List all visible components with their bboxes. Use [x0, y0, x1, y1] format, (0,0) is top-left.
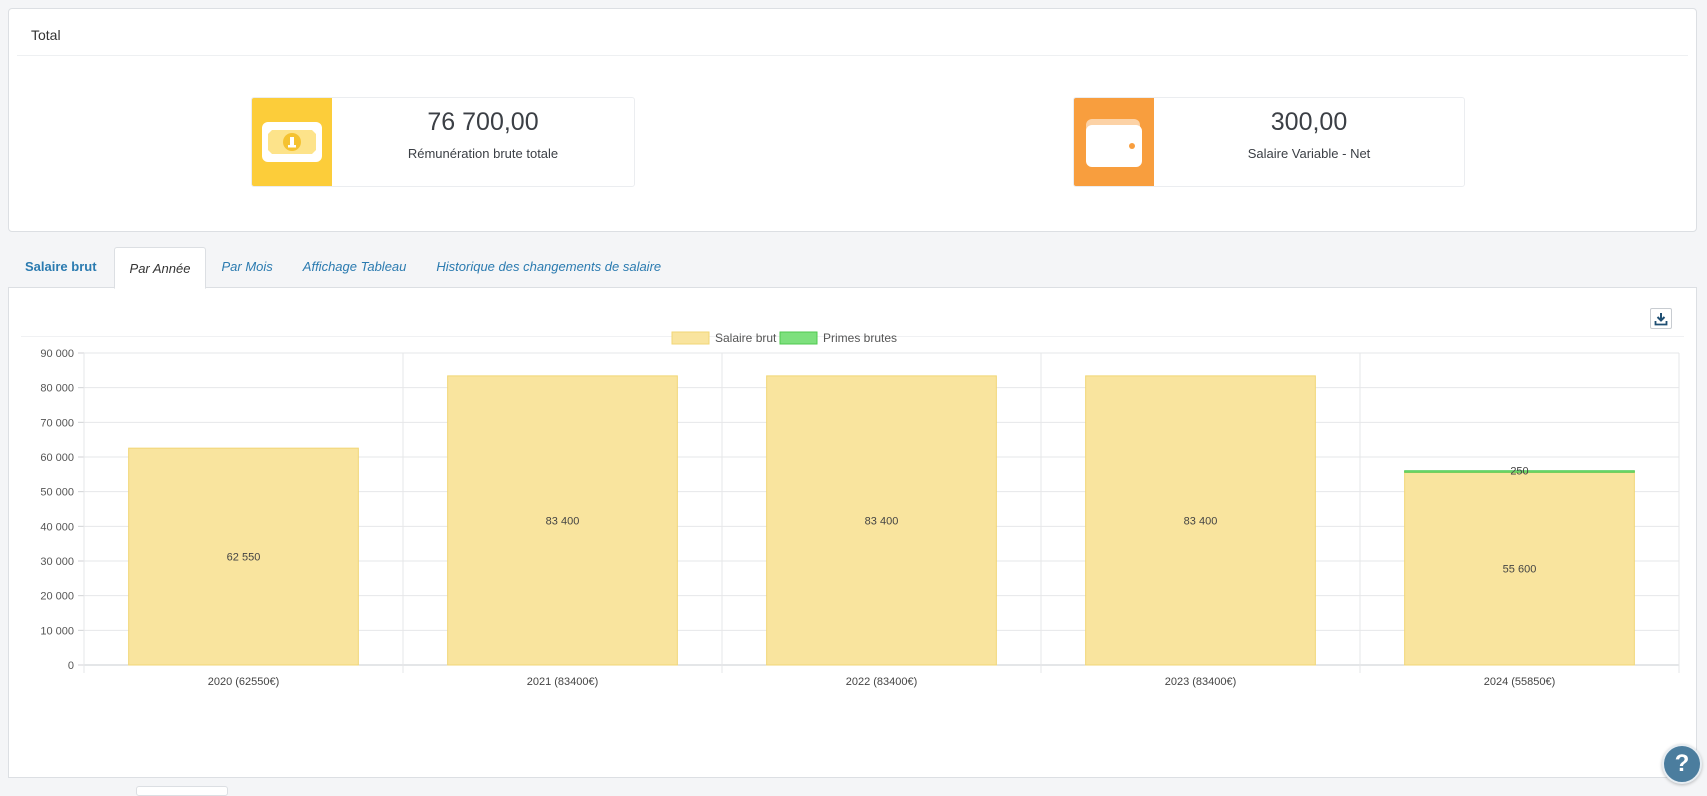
data-label: 55 600: [1503, 564, 1537, 576]
y-tick-label: 70 000: [40, 417, 74, 429]
help-button[interactable]: ?: [1662, 744, 1702, 784]
tab-par-annee[interactable]: Par Année: [113, 247, 207, 289]
y-tick-label: 40 000: [40, 521, 74, 533]
legend-label: Salaire brut: [715, 331, 777, 345]
tab-par-mois[interactable]: Par Mois: [206, 246, 287, 288]
data-label: 83 400: [546, 515, 580, 527]
tab-bar-title: Salaire brut: [25, 259, 97, 274]
y-tick-label: 30 000: [40, 556, 74, 568]
divider: [17, 55, 1688, 56]
y-tick-label: 10 000: [40, 625, 74, 637]
x-tick-label: 2023 (83400€): [1165, 676, 1237, 688]
x-tick-label: 2020 (62550€): [208, 676, 280, 688]
legend-swatch: [779, 331, 818, 345]
x-tick-label: 2021 (83400€): [527, 676, 599, 688]
tab-affichage-tableau[interactable]: Affichage Tableau: [288, 246, 422, 288]
x-tick-label: 2022 (83400€): [846, 676, 918, 688]
total-header: Total: [31, 27, 61, 43]
x-tick-label: 2024 (55850€): [1484, 676, 1556, 688]
y-tick-label: 60 000: [40, 452, 74, 464]
y-tick-label: 20 000: [40, 591, 74, 603]
kpi-card-total-gross: 76 700,00 Rémunération brute totale: [251, 97, 635, 187]
data-label: 83 400: [865, 515, 899, 527]
legend-swatch: [671, 331, 710, 345]
total-panel: Total 76 700,00 Rémunération brute total…: [8, 8, 1697, 232]
chart-panel: 0 10 000 20 000 30 000 40 000 50 000 60 000 70 …: [8, 287, 1697, 778]
tab-historique-salaire[interactable]: Historique des changements de salaire: [421, 246, 676, 288]
kpi-value: 76 700,00: [427, 108, 539, 136]
y-tick-label: 50 000: [40, 487, 74, 499]
banknote-icon: [252, 98, 332, 186]
data-label: 83 400: [1184, 515, 1218, 527]
footer-element: [136, 786, 228, 796]
kpi-label: Rémunération brute totale: [407, 146, 559, 161]
y-tick-label: 80 000: [40, 383, 74, 395]
kpi-value: 300,00: [1270, 108, 1348, 136]
wallet-icon: [1074, 98, 1154, 186]
data-label: 250: [1510, 465, 1528, 477]
tab-bar: Salaire brut Par Année Par Mois Affichag…: [8, 246, 676, 289]
bar-chart: 0 10 000 20 000 30 000 40 000 50 000 60 000 70 …: [40, 331, 1680, 688]
legend-label: Primes brutes: [823, 331, 897, 345]
data-label: 62 550: [227, 552, 261, 564]
y-tick-label: 90 000: [40, 348, 74, 360]
y-tick-label: 0: [68, 660, 74, 672]
kpi-label: Salaire Variable - Net: [1247, 146, 1371, 161]
kpi-card-variable-net: 300,00 Salaire Variable - Net: [1073, 97, 1465, 187]
